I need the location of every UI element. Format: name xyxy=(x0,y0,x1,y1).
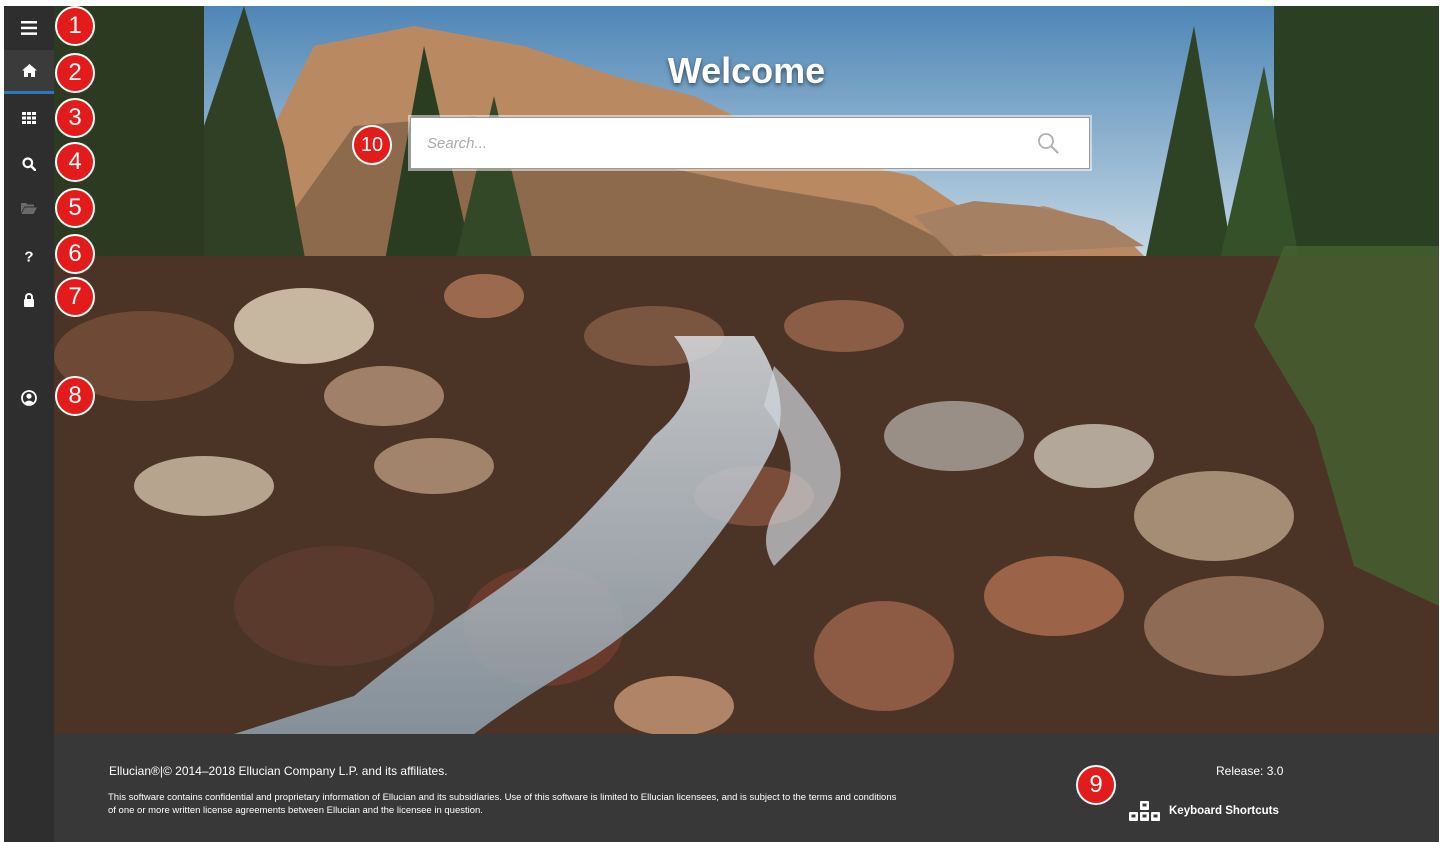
keyboard-shortcuts-label: Keyboard Shortcuts xyxy=(1169,805,1279,817)
search-icon xyxy=(22,157,36,171)
landscape-background-image xyxy=(54,6,1439,734)
sign-out-button[interactable] xyxy=(4,278,54,322)
legal-notice: This software contains confidential and … xyxy=(108,792,897,816)
annotation-badge-8: 8 xyxy=(55,376,95,416)
recently-opened-button[interactable] xyxy=(4,186,54,230)
footer: Ellucian®|© 2014–2018 Ellucian Company L… xyxy=(54,734,1439,842)
annotation-badge-7: 7 xyxy=(55,277,95,317)
annotation-badge-3: 3 xyxy=(55,98,95,138)
hamburger-menu-icon xyxy=(21,21,37,35)
keyboard-icon xyxy=(1129,801,1160,821)
user-circle-icon xyxy=(21,390,37,406)
welcome-hero: Welcome xyxy=(54,6,1439,734)
annotation-badge-2: 2 xyxy=(55,53,95,93)
annotation-badge-6: 6 xyxy=(55,234,95,274)
search-button[interactable] xyxy=(4,142,54,186)
help-button[interactable]: ? xyxy=(4,234,54,278)
annotation-badge-1: 1 xyxy=(55,6,95,46)
annotation-badge-9: 9 xyxy=(1076,765,1116,805)
annotation-badge-5: 5 xyxy=(55,188,95,228)
search-box xyxy=(410,117,1090,169)
menu-button[interactable] xyxy=(4,6,54,50)
home-button[interactable] xyxy=(4,50,54,94)
copyright-text: Ellucian®|© 2014–2018 Ellucian Company L… xyxy=(109,764,448,778)
welcome-title: Welcome xyxy=(667,50,826,91)
annotation-badge-4: 4 xyxy=(55,142,95,182)
svg-text:?: ? xyxy=(24,249,33,263)
search-input[interactable] xyxy=(411,118,1011,168)
grid-icon xyxy=(22,112,36,124)
sidebar: ? xyxy=(4,6,54,842)
question-icon: ? xyxy=(24,249,33,263)
lock-icon xyxy=(24,293,34,307)
home-icon xyxy=(21,64,37,77)
release-version: Release: 3.0 xyxy=(1216,764,1284,778)
applications-button[interactable] xyxy=(4,96,54,140)
app-frame: ? Welcome Search... Ellucian®|© 2014–201… xyxy=(4,6,1439,842)
annotation-badge-10: 10 xyxy=(352,125,392,165)
folder-open-icon xyxy=(21,203,37,214)
search-submit-icon[interactable] xyxy=(1037,132,1059,159)
keyboard-shortcuts-button[interactable]: Keyboard Shortcuts xyxy=(1129,801,1279,821)
user-profile-button[interactable] xyxy=(4,376,54,420)
